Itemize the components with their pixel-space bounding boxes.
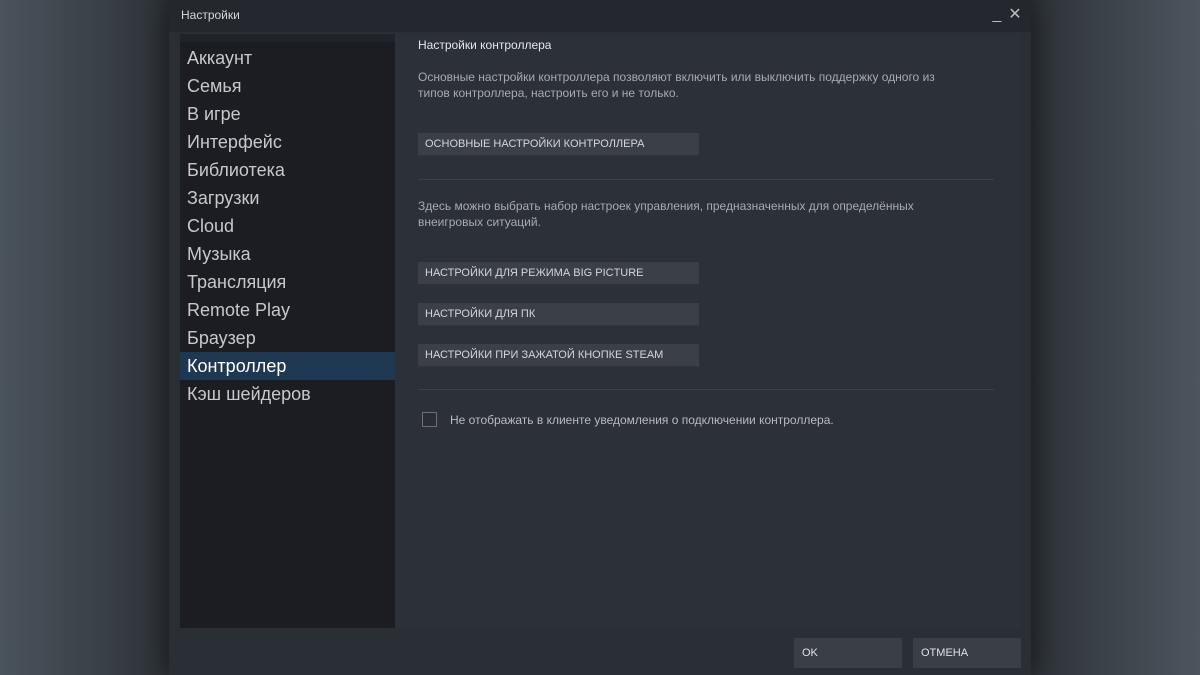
big-picture-config-button[interactable]: НАСТРОЙКИ ДЛЯ РЕЖИМА BIG PICTURE (418, 262, 699, 285)
sidebar-item-remote-play[interactable]: Remote Play (180, 296, 395, 324)
sidebar-item-music[interactable]: Музыка (180, 240, 395, 268)
main-content: Настройки контроллера Основные настройки… (395, 34, 1020, 628)
minimize-icon[interactable]: _ (987, 4, 1007, 26)
basic-settings-description: Основные настройки контроллера позволяют… (418, 69, 988, 101)
section-title: Настройки контроллера (418, 38, 552, 52)
cancel-button[interactable]: ОТМЕНА (913, 638, 1021, 668)
window-title: Настройки (181, 8, 240, 22)
sidebar-header-strip (180, 34, 395, 42)
description-line: типов контроллера, настроить его и не то… (418, 86, 679, 100)
hide-notifications-checkbox[interactable] (422, 412, 437, 427)
ok-button[interactable]: OK (794, 638, 902, 668)
description-line: Здесь можно выбрать набор настроек управ… (418, 199, 914, 213)
guide-button-chord-config-button[interactable]: НАСТРОЙКИ ПРИ ЗАЖАТОЙ КНОПКЕ STEAM (418, 344, 699, 367)
sidebar-item-shader-cache[interactable]: Кэш шейдеров (180, 380, 395, 408)
sidebar-item-account[interactable]: Аккаунт (180, 44, 395, 72)
basic-controller-settings-button[interactable]: ОСНОВНЫЕ НАСТРОЙКИ КОНТРОЛЛЕРА (418, 133, 699, 156)
divider (418, 179, 994, 180)
sidebar: Аккаунт Семья В игре Интерфейс Библиотек… (180, 34, 395, 628)
sidebar-item-broadcasting[interactable]: Трансляция (180, 268, 395, 296)
divider (418, 389, 994, 390)
configs-description: Здесь можно выбрать набор настроек управ… (418, 198, 988, 230)
sidebar-item-cloud[interactable]: Cloud (180, 212, 395, 240)
close-icon[interactable]: ✕ (1005, 4, 1025, 26)
sidebar-item-browser[interactable]: Браузер (180, 324, 395, 352)
sidebar-item-family[interactable]: Семья (180, 72, 395, 100)
description-line: внеигровых ситуаций. (418, 215, 541, 229)
desktop-config-button[interactable]: НАСТРОЙКИ ДЛЯ ПК (418, 303, 699, 326)
settings-window: Настройки _ ✕ Аккаунт Семья В игре Интер… (169, 0, 1031, 675)
sidebar-item-downloads[interactable]: Загрузки (180, 184, 395, 212)
sidebar-item-controller[interactable]: Контроллер (180, 352, 395, 380)
description-line: Основные настройки контроллера позволяют… (418, 70, 935, 84)
titlebar[interactable]: Настройки _ ✕ (169, 0, 1031, 32)
sidebar-item-in-game[interactable]: В игре (180, 100, 395, 128)
hide-notifications-label[interactable]: Не отображать в клиенте уведомления о по… (450, 413, 834, 427)
sidebar-item-interface[interactable]: Интерфейс (180, 128, 395, 156)
sidebar-item-library[interactable]: Библиотека (180, 156, 395, 184)
